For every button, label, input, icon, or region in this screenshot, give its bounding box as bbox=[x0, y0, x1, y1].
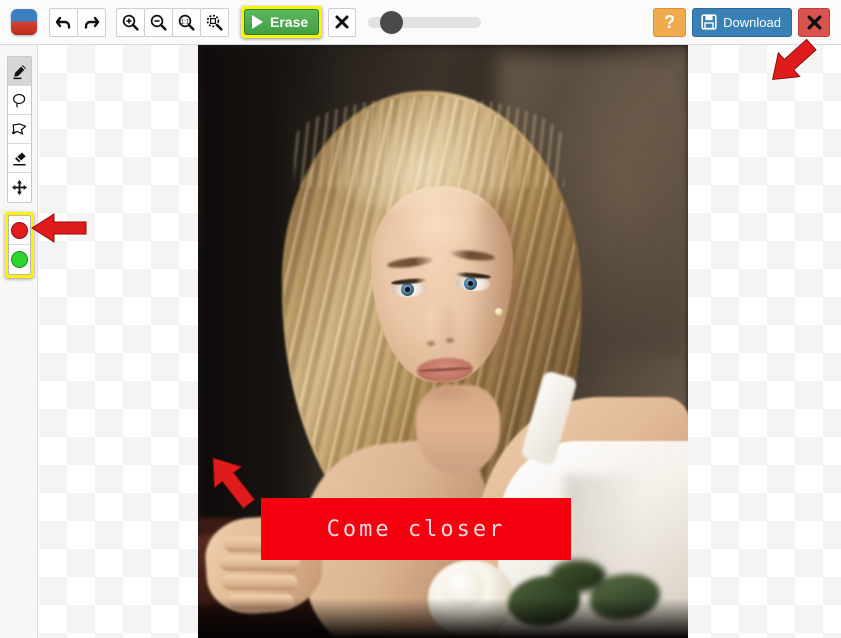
brush-size-slider[interactable] bbox=[368, 10, 482, 34]
photo-chin bbox=[416, 383, 476, 403]
photo-nostril-right bbox=[446, 338, 454, 343]
marker-icon bbox=[13, 64, 26, 79]
color-swatch-red[interactable] bbox=[9, 216, 30, 245]
green-circle-icon bbox=[11, 251, 28, 268]
brush-size-slider-handle[interactable] bbox=[380, 10, 404, 34]
move-icon bbox=[12, 180, 27, 195]
sidebar-item-marker-tool[interactable] bbox=[8, 57, 31, 86]
help-button-label: ? bbox=[664, 11, 676, 32]
red-text-box-label: Come closer bbox=[326, 516, 506, 542]
photo-pupil-left bbox=[405, 287, 410, 292]
zoom-in-button[interactable] bbox=[116, 7, 145, 37]
photo-bottom-shadow bbox=[198, 598, 688, 638]
zoom-fit-button[interactable] bbox=[200, 7, 229, 37]
photo-nostril-left bbox=[427, 341, 435, 346]
eraser-icon bbox=[13, 151, 26, 165]
zoom-actual-size-button[interactable]: 1:1 bbox=[172, 7, 201, 37]
app-logo-icon bbox=[11, 9, 37, 35]
clear-marks-button[interactable] bbox=[328, 7, 357, 37]
photo-finger bbox=[222, 575, 298, 590]
top-toolbar: 1:1 Erase ? Download bbox=[0, 0, 841, 45]
x-icon bbox=[335, 15, 349, 29]
tool-stack bbox=[7, 56, 32, 203]
history-button-group bbox=[49, 7, 106, 37]
sidebar-item-move-tool[interactable] bbox=[8, 173, 31, 202]
play-icon bbox=[252, 15, 263, 29]
color-swatch-stack bbox=[8, 215, 31, 275]
photo-image[interactable]: Come closer bbox=[198, 45, 688, 638]
red-text-box[interactable]: Come closer bbox=[261, 498, 571, 560]
erase-button[interactable]: Erase bbox=[244, 9, 320, 35]
download-button-label: Download bbox=[723, 14, 781, 30]
sidebar-item-lasso-tool[interactable] bbox=[8, 86, 31, 115]
photo-leaf bbox=[550, 560, 606, 592]
close-button[interactable] bbox=[798, 7, 830, 37]
help-button[interactable]: ? bbox=[653, 7, 687, 37]
polygon-icon bbox=[12, 122, 27, 135]
photo-pupil-right bbox=[468, 281, 473, 286]
x-icon bbox=[806, 14, 822, 30]
zoom-button-group: 1:1 bbox=[116, 7, 229, 37]
erase-button-highlight: Erase bbox=[241, 6, 323, 38]
photo-earring bbox=[495, 308, 503, 316]
color-swatch-green[interactable] bbox=[9, 245, 30, 274]
editor-window: 1:1 Erase ? Download Come closer bbox=[0, 0, 841, 638]
left-toolbar bbox=[0, 45, 38, 638]
redo-button[interactable] bbox=[77, 7, 106, 37]
sidebar-item-eraser-tool[interactable] bbox=[8, 144, 31, 173]
lasso-icon bbox=[13, 93, 26, 108]
erase-button-label: Erase bbox=[270, 14, 309, 30]
download-button[interactable]: Download bbox=[692, 7, 792, 37]
canvas-area[interactable]: Come closer bbox=[39, 45, 841, 638]
color-swatch-highlight bbox=[5, 212, 34, 278]
photo-hair-highlight bbox=[318, 89, 528, 209]
svg-text:1:1: 1:1 bbox=[181, 18, 190, 25]
zoom-out-button[interactable] bbox=[144, 7, 173, 37]
red-circle-icon bbox=[11, 221, 28, 239]
undo-button[interactable] bbox=[49, 7, 78, 37]
sidebar-item-polygon-tool[interactable] bbox=[8, 115, 31, 144]
floppy-disk-icon bbox=[701, 14, 717, 30]
